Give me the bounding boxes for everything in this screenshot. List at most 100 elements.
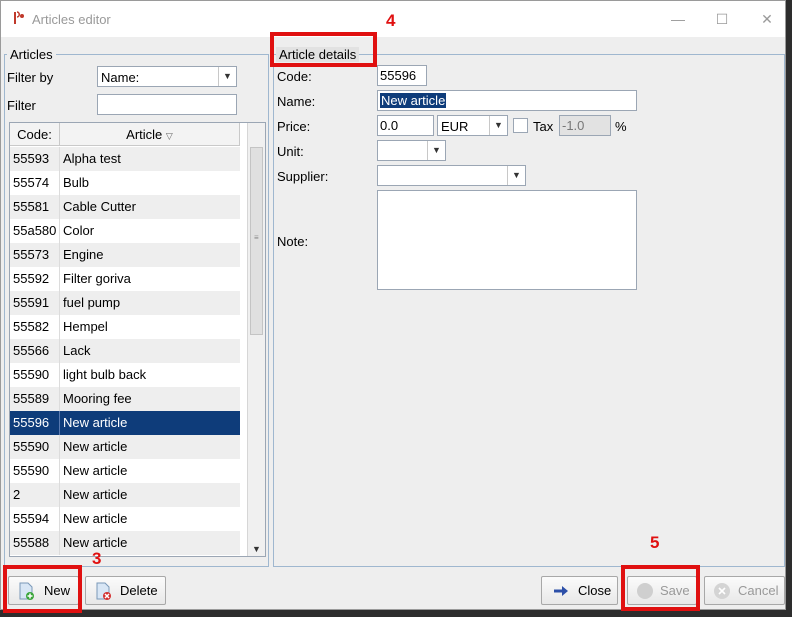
table-row[interactable]: 55591 fuel pump [10, 291, 240, 315]
articles-editor-window: Articles editor — ☐ ✕ Articles Filter by… [0, 0, 786, 610]
column-divider [59, 531, 60, 555]
table-row[interactable]: 55566 Lack [10, 339, 240, 363]
column-divider [59, 315, 60, 339]
table-row[interactable]: 55592 Filter goriva [10, 267, 240, 291]
chevron-down-icon: ▼ [427, 141, 445, 160]
table-row[interactable]: 55594 New article [10, 507, 240, 531]
column-divider [59, 243, 60, 267]
filter-by-select[interactable]: Name: ▼ [97, 66, 237, 87]
column-divider [59, 507, 60, 531]
column-header-article-label: Article [126, 127, 163, 142]
delete-button-label: Delete [120, 583, 158, 598]
cell-article: New article [63, 511, 128, 526]
cell-article: New article [63, 487, 128, 502]
scrollbar-thumb[interactable]: ≡ [250, 147, 263, 335]
unit-label: Unit: [277, 144, 304, 159]
articles-table: Code: Article ▽ 55593 Alpha test 55574 Bulb… [9, 122, 266, 557]
column-divider [59, 483, 60, 507]
close-button-label: Close [578, 583, 612, 598]
code-label: Code: [277, 69, 312, 84]
price-field[interactable]: 0.0 [377, 115, 434, 136]
annotation-marker-5: 5 [650, 533, 660, 552]
table-row[interactable]: 55a580 Color [10, 219, 240, 243]
filter-by-label: Filter by [7, 70, 54, 85]
sort-icon: ▽ [165, 131, 173, 141]
cell-code: 55588 [13, 535, 50, 550]
table-row[interactable]: 55590 New article [10, 459, 240, 483]
highlight-box-save [621, 565, 700, 611]
filter-input[interactable] [97, 94, 237, 115]
name-label: Name: [277, 94, 316, 109]
cell-article: Filter goriva [63, 271, 131, 286]
table-row[interactable]: 55574 Bulb [10, 171, 240, 195]
cell-code: 55596 [13, 415, 50, 430]
annotation-marker-3: 3 [92, 549, 102, 568]
highlight-box-article-details [270, 32, 377, 67]
table-row[interactable]: 2 New article [10, 483, 240, 507]
annotation-marker-4: 4 [386, 11, 396, 30]
cell-code: 55582 [13, 319, 50, 334]
tax-checkbox[interactable] [513, 118, 528, 133]
supplier-label: Supplier: [277, 169, 329, 184]
table-scrollbar[interactable]: ≡ ▼ [247, 123, 265, 556]
cell-article: Alpha test [63, 151, 121, 166]
column-divider [59, 267, 60, 291]
table-row[interactable]: 55573 Engine [10, 243, 240, 267]
cell-code: 55591 [13, 295, 50, 310]
cell-article: Engine [63, 247, 104, 262]
cell-article: Lack [63, 343, 91, 358]
maximize-button[interactable]: ☐ [712, 9, 732, 29]
delete-button[interactable]: Delete [85, 576, 166, 605]
table-row[interactable]: 55593 Alpha test [10, 147, 240, 171]
cell-article: New article [63, 415, 128, 430]
chevron-down-icon: ▼ [489, 116, 507, 135]
cell-code: 55590 [13, 439, 50, 454]
exit-arrow-icon [554, 586, 568, 596]
column-header-code[interactable]: Code: [10, 123, 60, 146]
cell-article: Color [63, 223, 95, 238]
cell-code: 55590 [13, 367, 50, 382]
tax-label: Tax [533, 119, 554, 134]
cell-code: 2 [13, 487, 21, 502]
cancel-icon [714, 583, 730, 599]
cell-article: New article [63, 463, 128, 478]
name-field[interactable]: New article [377, 90, 637, 111]
cell-article: Mooring fee [63, 391, 132, 406]
filter-label: Filter [7, 98, 36, 113]
table-row[interactable]: 55590 New article [10, 435, 240, 459]
cell-code: 55592 [13, 271, 50, 286]
minimize-button[interactable]: — [668, 9, 688, 29]
delete-document-icon [96, 582, 111, 600]
tax-field[interactable]: -1.0 [559, 115, 611, 136]
column-divider [59, 195, 60, 219]
cell-article: Cable Cutter [63, 199, 136, 214]
column-divider [59, 411, 60, 435]
note-label: Note: [277, 234, 309, 249]
close-button[interactable]: Close [541, 576, 618, 605]
table-row[interactable]: 55588 New article [10, 531, 240, 555]
column-header-article[interactable]: Article ▽ [60, 123, 240, 146]
table-row[interactable]: 55590 light bulb back [10, 363, 240, 387]
table-row[interactable]: 55581 Cable Cutter [10, 195, 240, 219]
cell-code: 55566 [13, 343, 50, 358]
cancel-button[interactable]: Cancel [704, 576, 785, 605]
cell-code: 55a580 [13, 223, 57, 238]
window-title: Articles editor [32, 12, 111, 27]
currency-select[interactable]: EUR ▼ [437, 115, 508, 136]
chevron-down-icon: ▼ [507, 166, 525, 185]
unit-select[interactable]: ▼ [377, 140, 446, 161]
column-divider [59, 171, 60, 195]
cancel-button-label: Cancel [738, 583, 779, 598]
price-label: Price: [277, 119, 311, 134]
cell-code: 55594 [13, 511, 50, 526]
note-textarea[interactable] [377, 190, 637, 290]
code-field[interactable]: 55596 [377, 65, 427, 86]
table-row[interactable]: 55582 Hempel [10, 315, 240, 339]
table-row[interactable]: 55596 New article [10, 411, 240, 435]
close-window-button[interactable]: ✕ [757, 9, 777, 29]
column-divider [59, 339, 60, 363]
supplier-select[interactable]: ▼ [377, 165, 526, 186]
cell-article: Bulb [63, 175, 90, 190]
table-row[interactable]: 55589 Mooring fee [10, 387, 240, 411]
scroll-down-icon[interactable]: ▼ [248, 544, 265, 554]
